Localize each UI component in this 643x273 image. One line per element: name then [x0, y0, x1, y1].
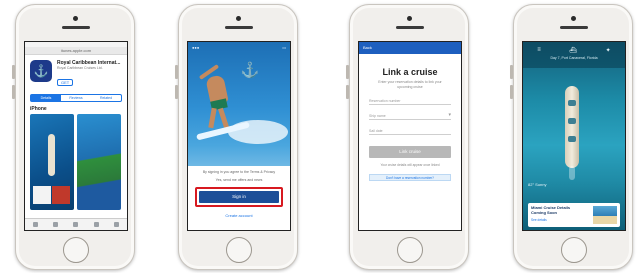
link-cruise-button[interactable]: Link cruise: [369, 146, 451, 158]
phone-app-store: itunes.apple.com ⚓ Royal Caribbean Inter…: [12, 4, 135, 270]
app-anchor-icon[interactable]: ⚓: [30, 60, 52, 82]
speaker-grille: [225, 26, 253, 29]
updates-icon[interactable]: [114, 222, 120, 227]
app-header: ⚓ Royal Caribbean Internat... Royal Cari…: [25, 55, 127, 92]
tab-related[interactable]: Related: [91, 95, 121, 101]
home-button[interactable]: [397, 237, 423, 263]
volume-button: [175, 85, 178, 99]
location-text: Day 7, Port Canaveral, Florida: [550, 56, 598, 60]
screen-app-store: itunes.apple.com ⚓ Royal Caribbean Inter…: [24, 41, 128, 231]
weather-text: 82° Sunny: [528, 182, 547, 187]
card-thumbnail: [33, 186, 51, 204]
pool-deck: [568, 118, 576, 124]
create-account-link[interactable]: Create account: [194, 213, 284, 218]
top-icons: ≡ ⛴ ✦: [523, 42, 625, 54]
pool-deck: [568, 136, 576, 142]
sign-in-panel: By signing in you agree to the Terms & P…: [188, 166, 290, 230]
info-note: Your cruise details will appear once lin…: [380, 163, 440, 167]
home-button[interactable]: [226, 237, 252, 263]
volume-button: [510, 65, 513, 79]
volume-button: [346, 85, 349, 99]
volume-button: [510, 85, 513, 99]
app-tabs: Details Reviews Related: [30, 94, 122, 102]
highlight-box: Sign in: [195, 186, 283, 207]
get-button[interactable]: GET: [57, 79, 74, 86]
search-icon[interactable]: [93, 222, 99, 227]
url-bar[interactable]: itunes.apple.com: [25, 47, 127, 55]
ship-icon[interactable]: ⛴: [569, 47, 577, 54]
ship-image: [565, 86, 579, 168]
sail-date-field[interactable]: Sail date: [369, 128, 451, 135]
back-button[interactable]: Back: [359, 42, 461, 54]
card-thumbnail: [52, 186, 70, 204]
top-bar: ≡ ⛴ ✦ Day 7, Port Canaveral, Florida: [523, 42, 625, 68]
top-charts-icon[interactable]: [73, 222, 79, 227]
volume-button: [12, 65, 15, 79]
featured-icon[interactable]: [32, 222, 38, 227]
sign-in-button[interactable]: Sign in: [199, 190, 279, 203]
ship-image: [48, 134, 55, 176]
screen-ship-tracker: ≡ ⛴ ✦ Day 7, Port Canaveral, Florida 82°…: [522, 41, 626, 231]
front-camera: [407, 16, 412, 21]
ship-wake: [569, 166, 575, 180]
reservation-number-field[interactable]: Reservation number: [369, 98, 451, 105]
screen-link-cruise: Back Link a cruise Enter your reservatio…: [358, 41, 462, 231]
terms-text: By signing in you agree to the Terms & P…: [202, 170, 276, 174]
speaker-grille: [560, 26, 588, 29]
volume-button: [346, 65, 349, 79]
speaker-grille: [396, 26, 424, 29]
front-camera: [571, 16, 576, 21]
front-camera: [236, 16, 241, 21]
phone-sign-in: ●●● ▭ ⚓ By signing in you agree to the T…: [175, 4, 298, 270]
screenshot-map[interactable]: [77, 114, 121, 210]
app-info: Royal Caribbean Internat... Royal Caribb…: [57, 60, 120, 89]
page-title: Link a cruise: [382, 67, 438, 77]
help-link[interactable]: Don't have a reservation number?: [369, 173, 451, 181]
bottom-tab-bar: [25, 218, 127, 230]
phone-link-cruise: Back Link a cruise Enter your reservatio…: [346, 4, 469, 270]
offers-checkbox[interactable]: Yes, send me offers and news: [194, 178, 284, 182]
phone-ship-tracker: ≡ ⛴ ✦ Day 7, Port Canaveral, Florida 82°…: [510, 4, 633, 270]
pool-deck: [568, 100, 576, 106]
card-title: Miami Cruise Details Coming Soon: [531, 205, 571, 215]
tab-reviews[interactable]: Reviews: [61, 95, 91, 101]
speaker-grille: [62, 26, 90, 29]
battery-icon: ▭: [282, 44, 286, 50]
app-developer: Royal Caribbean Cruises Ltd.: [57, 66, 103, 70]
home-button[interactable]: [63, 237, 89, 263]
screenshots-heading: iPhone: [30, 106, 47, 112]
volume-button: [12, 85, 15, 99]
cruise-details-card[interactable]: Miami Cruise Details Coming Soon See det…: [528, 203, 620, 227]
tab-details[interactable]: Details: [31, 95, 61, 101]
home-button[interactable]: [561, 237, 587, 263]
front-camera: [73, 16, 78, 21]
screenshot-carousel[interactable]: [25, 114, 127, 210]
page-subtitle: Enter your reservation details to link y…: [378, 80, 442, 89]
screenshot-ship[interactable]: [30, 114, 74, 210]
crown-anchor-logo-icon: ⚓: [240, 62, 260, 79]
volume-button: [175, 65, 178, 79]
signal-icon: ●●●: [192, 44, 200, 50]
ship-name-select[interactable]: Ship name: [369, 112, 451, 120]
categories-icon[interactable]: [53, 222, 59, 227]
compass-icon[interactable]: ✦: [606, 47, 611, 54]
beach-thumbnail: [593, 206, 617, 224]
screen-sign-in: ●●● ▭ ⚓ By signing in you agree to the T…: [187, 41, 291, 231]
status-bar: ●●● ▭: [188, 42, 290, 52]
menu-icon[interactable]: ≡: [537, 47, 541, 54]
